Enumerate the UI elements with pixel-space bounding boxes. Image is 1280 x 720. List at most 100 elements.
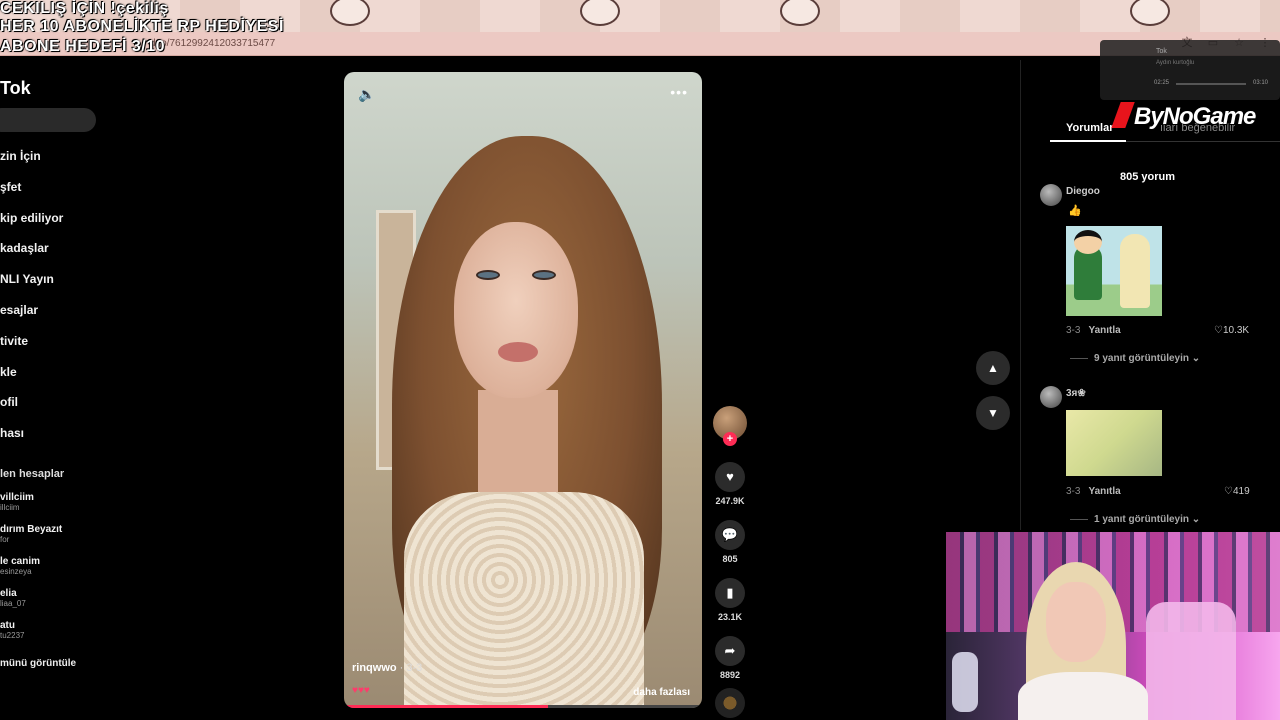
video-player[interactable]: 🔈 ••• rinqwwo · 3-3 ♥♥♥ daha fazlası	[344, 72, 702, 708]
active-tab-indicator	[1050, 140, 1126, 142]
share-icon[interactable]: ➦	[715, 636, 745, 666]
music-mini-player[interactable]: Tok Aydın kurtoğlu 02:25 03:10	[1100, 40, 1280, 100]
webcam-overlay	[946, 532, 1280, 720]
sidebar-item-live[interactable]: NLI Yayın	[0, 269, 63, 300]
sidebar-item-upload[interactable]: kle	[0, 362, 63, 393]
following-accounts-list: villciim illciim dırım Beyazıt for le cani…	[0, 492, 62, 652]
list-item[interactable]: atu tu2237	[0, 620, 62, 652]
comment-sticker-image	[1066, 226, 1162, 316]
more-caption-link[interactable]: daha fazlası	[633, 687, 690, 698]
sidebar-item-explore[interactable]: şfet	[0, 177, 63, 208]
streamer-face	[1046, 582, 1106, 662]
follow-plus-icon[interactable]: +	[723, 432, 737, 446]
list-item[interactable]: le canim esinzeya	[0, 556, 62, 588]
heart-outline-icon[interactable]: ♡	[1214, 325, 1223, 336]
like-action[interactable]: ♥ 247.9K	[712, 462, 748, 506]
overlay-sub-goal-text: ABONE HEDEFİ 3/10	[0, 38, 165, 55]
track-progress[interactable]	[1176, 83, 1246, 85]
comment-like[interactable]: ♡419	[1224, 486, 1250, 497]
brand-name: ByNoGame	[1134, 103, 1256, 130]
avatar[interactable]	[1040, 184, 1062, 206]
action-column: + ♥ 247.9K 💬 805 ▮ 23.1K ➦ 8892	[712, 406, 748, 718]
cartoon-face	[780, 0, 820, 26]
like-count: 247.9K	[715, 496, 745, 506]
next-video-button[interactable]: ▼	[976, 396, 1010, 430]
lamp	[952, 652, 978, 712]
comment-author[interactable]: 3я❀	[1066, 388, 1086, 399]
see-all-link[interactable]: münü görüntüle	[0, 658, 76, 669]
comment-count: 805	[722, 554, 738, 564]
share-count: 8892	[719, 670, 741, 680]
heart-icon[interactable]: ♥	[715, 462, 745, 492]
previous-video-button[interactable]: ▲	[976, 351, 1010, 385]
save-action[interactable]: ▮ 23.1K	[712, 578, 748, 622]
list-item[interactable]: elia liaa_07	[0, 588, 62, 620]
author-avatar[interactable]: +	[713, 406, 747, 446]
sidebar-item-profile[interactable]: ofil	[0, 392, 63, 423]
comment-meta: 3-3 Yanıtla	[1066, 325, 1121, 336]
overlay-giveaway-text: CEKILIŞ İÇİN !çekiliş	[0, 0, 169, 17]
sidebar-item-for-you[interactable]: zin İçin	[0, 146, 63, 177]
cartoon-face	[580, 0, 620, 26]
view-replies-button[interactable]: 1 yanıt görüntüleyin ⌄	[1070, 514, 1200, 525]
comment-icon[interactable]: 💬	[715, 520, 745, 550]
search-input[interactable]	[0, 108, 96, 132]
account-name: atu	[0, 620, 15, 631]
video-subject-top	[404, 492, 644, 708]
view-replies-button[interactable]: 9 yanıt görüntüleyin ⌄	[1070, 353, 1200, 364]
progress-fill	[344, 705, 549, 708]
sidebar-item-friends[interactable]: kadaşlar	[0, 238, 63, 269]
eye	[532, 270, 556, 280]
comment-date: 3-3	[1066, 325, 1081, 336]
track-artist: Aydın kurtoğlu	[1156, 60, 1195, 66]
comment-action[interactable]: 💬 805	[712, 520, 748, 564]
account-name: villciim	[0, 492, 34, 503]
video-author[interactable]: rinqwwo · 3-3	[352, 662, 422, 674]
cartoon-face	[330, 0, 370, 26]
bookmark-icon[interactable]: ▮	[715, 578, 745, 608]
author-username[interactable]: rinqwwo	[352, 662, 397, 674]
cartoon-face	[1130, 0, 1170, 26]
tab-comments[interactable]: Yorumlar	[1066, 122, 1113, 134]
account-handle: esinzeya	[0, 567, 32, 576]
track-elapsed: 02:25	[1154, 80, 1170, 86]
sidebar-item-activity[interactable]: tivite	[0, 331, 63, 362]
comment-like-count: 10.3K	[1222, 325, 1250, 336]
comment-like[interactable]: ♡10.3K	[1214, 325, 1249, 336]
gaming-chair	[1146, 602, 1236, 720]
comment-like-count: 419	[1232, 486, 1250, 497]
save-count: 23.1K	[717, 612, 743, 622]
avatar[interactable]	[1040, 386, 1062, 408]
post-date: · 3-3	[396, 662, 423, 674]
list-item[interactable]: villciim illciim	[0, 492, 62, 524]
tiktok-logo[interactable]: Tok	[0, 78, 31, 99]
list-item[interactable]: dırım Beyazıt for	[0, 524, 62, 556]
comment-meta: 3-3 Yanıtla	[1066, 486, 1121, 497]
comment-author[interactable]: Diegoo	[1066, 186, 1100, 197]
account-handle: tu2237	[0, 631, 25, 640]
brand-logo: ByNoGame	[1111, 102, 1256, 131]
volume-icon[interactable]: 🔈	[358, 86, 375, 103]
share-action[interactable]: ➦ 8892	[712, 636, 748, 680]
more-options-icon[interactable]: •••	[670, 84, 688, 100]
comment-sticker-image	[1066, 410, 1162, 476]
comment-emoji: 👍	[1068, 205, 1082, 217]
streamer-shirt	[1018, 672, 1148, 720]
chevron-down-icon: ▼	[987, 406, 999, 420]
cartoon-character-head	[1074, 230, 1102, 254]
brand-slash-icon	[1111, 102, 1135, 128]
reply-button[interactable]: Yanıtla	[1088, 325, 1120, 336]
music-disc-icon[interactable]	[715, 688, 745, 718]
sidebar-item-more[interactable]: hası	[0, 423, 63, 454]
url-text[interactable]: deo/7612992412033715477	[150, 38, 275, 49]
panel-divider	[1020, 60, 1021, 530]
sidebar-item-following[interactable]: kip ediliyor	[0, 208, 63, 239]
account-name: elia	[0, 588, 17, 599]
lips	[498, 342, 538, 362]
heart-outline-icon[interactable]: ♡	[1224, 486, 1233, 497]
reply-button[interactable]: Yanıtla	[1088, 486, 1120, 497]
chevron-up-icon: ▲	[987, 361, 999, 375]
sidebar-item-messages[interactable]: esajlar	[0, 300, 63, 331]
following-accounts-title: len hesaplar	[0, 468, 65, 480]
video-progress-bar[interactable]	[344, 705, 702, 708]
